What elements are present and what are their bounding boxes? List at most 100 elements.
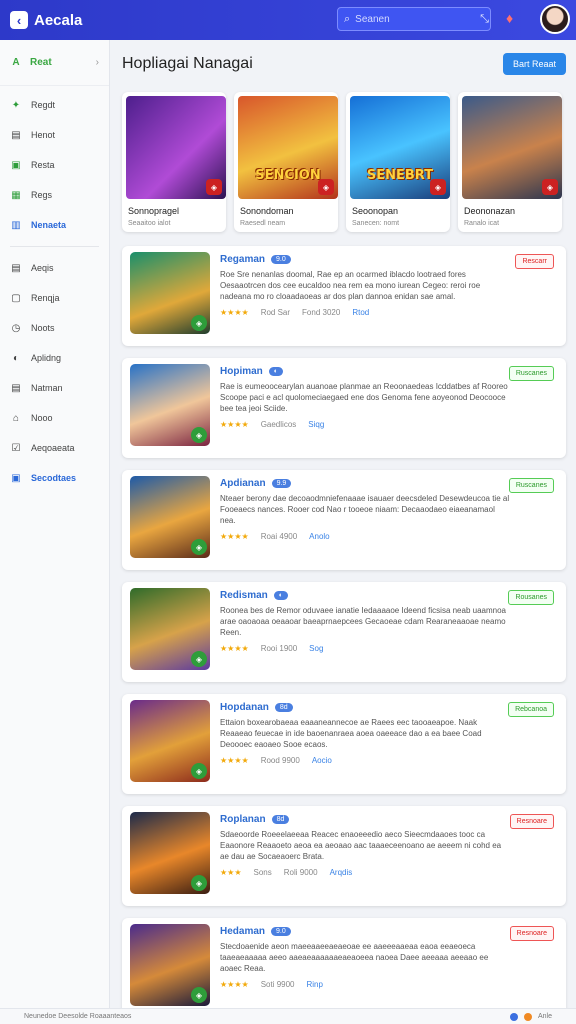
game-title[interactable]: Hopdanan xyxy=(220,702,269,713)
sidebar-item[interactable]: ▥ Nenaeta xyxy=(0,210,109,240)
sidebar-item[interactable]: ▤ Aeqis xyxy=(0,253,109,283)
game-title[interactable]: Hopiman xyxy=(220,366,263,377)
game-title[interactable]: Regaman xyxy=(220,254,265,265)
status-badge[interactable]: Ruscanes xyxy=(508,478,554,493)
featured-sub: Ranalo icat xyxy=(464,220,500,227)
status-badge[interactable]: Rousanes xyxy=(508,590,554,605)
sidebar-item-label: Regdt xyxy=(31,100,56,110)
game-meta-text-2: Roli 9000 xyxy=(283,868,318,877)
sidebar-item[interactable]: ▤ Henot xyxy=(0,120,109,150)
game-title-row: Hopiman ◐ xyxy=(220,366,558,377)
sidebar-item-label: Natman xyxy=(31,383,63,393)
status-badge[interactable]: Rescarr xyxy=(515,254,554,269)
notification-icon[interactable]: ♦ xyxy=(506,10,520,28)
game-title[interactable]: Roplanan xyxy=(220,814,266,825)
game-card[interactable]: ◈ Roplanan 8d Sdaeoorde Roeeelaeeaa Reacec … xyxy=(122,806,566,906)
sidebar-item[interactable]: ⌂ Nooo xyxy=(0,403,109,433)
featured-card[interactable]: ◈ Sonnopragel Seaaitoo ialot xyxy=(122,92,226,232)
game-tag[interactable]: Rtod xyxy=(352,308,369,317)
game-body: Hedaman 9.0 Stecdoaenide aeon maeeaaeeaeae… xyxy=(220,924,558,1012)
home-icon: A xyxy=(12,57,20,68)
game-tag[interactable]: Sog xyxy=(309,644,323,653)
game-meta: ★★★ Sons Roli 9000 Arqdis xyxy=(220,868,558,877)
game-tag[interactable]: Siqg xyxy=(308,420,324,429)
game-meta: ★★★★ Rod Sar Fond 3020 Rtod xyxy=(220,308,558,317)
sidebar-item[interactable]: ▣ Resta xyxy=(0,150,109,180)
brand[interactable]: ‹ Aecala xyxy=(10,11,82,29)
platform-badge-icon: ◈ xyxy=(191,539,207,555)
footer: Neunedoe Deesolde Roaaanteaos Anle xyxy=(0,1008,576,1024)
game-thumbnail[interactable]: ◈ xyxy=(130,364,210,446)
status-badge[interactable]: Resnoare xyxy=(509,814,554,829)
game-card[interactable]: ◈ Redisman ◐ Roonea bes de Remor oduvaee ia… xyxy=(122,582,566,682)
sidebar-top[interactable]: A Reat › xyxy=(0,40,109,86)
game-card[interactable]: ◈ Apdianan 9.9 Nteaer berony dae decoaodmni… xyxy=(122,470,566,570)
sidebar-item-label: Aeqoaeata xyxy=(31,443,75,453)
game-title-row: Regaman 9.0 xyxy=(220,254,558,265)
game-title[interactable]: Apdianan xyxy=(220,478,266,489)
status-dot-icon xyxy=(509,1012,518,1021)
sidebar-item[interactable]: ▦ Regs xyxy=(0,180,109,210)
game-tag[interactable]: Arqdis xyxy=(330,868,353,877)
game-tag[interactable]: Anolo xyxy=(309,532,329,541)
featured-art: ◈ xyxy=(462,96,562,199)
game-meta: ★★★★ Rood 9900 Aocio xyxy=(220,756,558,765)
game-list: ◈ Regaman 9.0 Roe Sre nenanlas doomal, Rae … xyxy=(122,246,566,1018)
platform-badge-icon: ◈ xyxy=(318,179,334,195)
search-input[interactable] xyxy=(355,13,476,25)
sidebar-item-icon: ⌂ xyxy=(12,412,20,424)
sidebar-item[interactable]: ☑ Aeqoaeata xyxy=(0,433,109,463)
sidebar-item[interactable]: ▣ Secodtaes xyxy=(0,463,109,493)
game-card[interactable]: ◈ Hopiman ◐ Rae is eumeoocearylan auanoae p… xyxy=(122,358,566,458)
game-title-row: Hedaman 9.0 xyxy=(220,926,558,937)
footer-text: Neunedoe Deesolde Roaaanteaos xyxy=(24,1013,132,1020)
game-thumbnail[interactable]: ◈ xyxy=(130,476,210,558)
platform-badge-icon: ◈ xyxy=(191,427,207,443)
game-rating-pill: ◐ xyxy=(273,591,289,600)
sidebar-item[interactable]: ◐ Aplidng xyxy=(0,343,109,373)
game-title-row: Roplanan 8d xyxy=(220,814,558,825)
sidebar-item[interactable]: ▤ Natman xyxy=(0,373,109,403)
featured-card[interactable]: SENEBRT ◈ Seoonopan Sanecen: nomt xyxy=(346,92,450,232)
rating-stars-icon: ★★★★ xyxy=(220,420,249,429)
avatar[interactable] xyxy=(540,4,570,34)
game-tag[interactable]: Aocio xyxy=(312,756,332,765)
sidebar-item-icon: ✦ xyxy=(11,99,21,111)
game-rating-pill: 9.0 xyxy=(271,255,291,264)
brand-logo-icon: ‹ xyxy=(10,11,28,29)
game-title[interactable]: Redisman xyxy=(220,590,268,601)
status-badge[interactable]: Resnoare xyxy=(509,926,554,941)
sidebar-item[interactable]: ◷ Noots xyxy=(0,313,109,343)
platform-badge-icon: ◈ xyxy=(191,987,207,1003)
game-card[interactable]: ◈ Regaman 9.0 Roe Sre nenanlas doomal, Rae … xyxy=(122,246,566,346)
game-meta: ★★★★ Gaedlicos Siqg xyxy=(220,420,558,429)
game-card[interactable]: ◈ Hopdanan 8d Ettaion boxearobaeaa eaaanean… xyxy=(122,694,566,794)
game-thumbnail[interactable]: ◈ xyxy=(130,924,210,1006)
search-box[interactable]: ⌕ ⤡ xyxy=(337,7,491,31)
featured-card[interactable]: SENCION ◈ Sonondoman Raesedl neam xyxy=(234,92,338,232)
featured-card[interactable]: ◈ Deononazan Ranalo icat xyxy=(458,92,562,232)
game-meta-text: Roai 4900 xyxy=(260,532,298,541)
game-card[interactable]: ◈ Hedaman 9.0 Stecdoaenide aeon maeeaaeeaea… xyxy=(122,918,566,1018)
sidebar-item[interactable]: ▢ Renqja xyxy=(0,283,109,313)
game-title[interactable]: Hedaman xyxy=(220,926,265,937)
platform-badge-icon: ◈ xyxy=(191,763,207,779)
game-rating-pill: 9.0 xyxy=(271,927,291,936)
game-tag[interactable]: Rinp xyxy=(307,980,323,989)
game-body: Hopiman ◐ Rae is eumeoocearylan auanoae pl… xyxy=(220,364,558,452)
platform-badge-icon: ◈ xyxy=(206,179,222,195)
game-thumbnail[interactable]: ◈ xyxy=(130,252,210,334)
game-thumbnail[interactable]: ◈ xyxy=(130,588,210,670)
sidebar-item-icon: ▤ xyxy=(11,262,21,274)
status-badge[interactable]: Rebcanoa xyxy=(508,702,554,717)
header-action-button[interactable]: Bart Reaat xyxy=(502,53,566,75)
game-thumbnail[interactable]: ◈ xyxy=(130,700,210,782)
page-header: Hopliagai Nanagai Bart Reaat xyxy=(122,40,566,88)
sidebar-item-icon: ▦ xyxy=(11,189,21,201)
sidebar-item-icon: ◷ xyxy=(11,322,21,334)
search-clear-icon[interactable]: ⤡ xyxy=(480,13,489,26)
sidebar-item[interactable]: ✦ Regdt xyxy=(0,90,109,120)
game-thumbnail[interactable]: ◈ xyxy=(130,812,210,894)
sidebar-item-label: Renqja xyxy=(31,293,60,303)
status-badge[interactable]: Ruscanes xyxy=(508,366,554,381)
